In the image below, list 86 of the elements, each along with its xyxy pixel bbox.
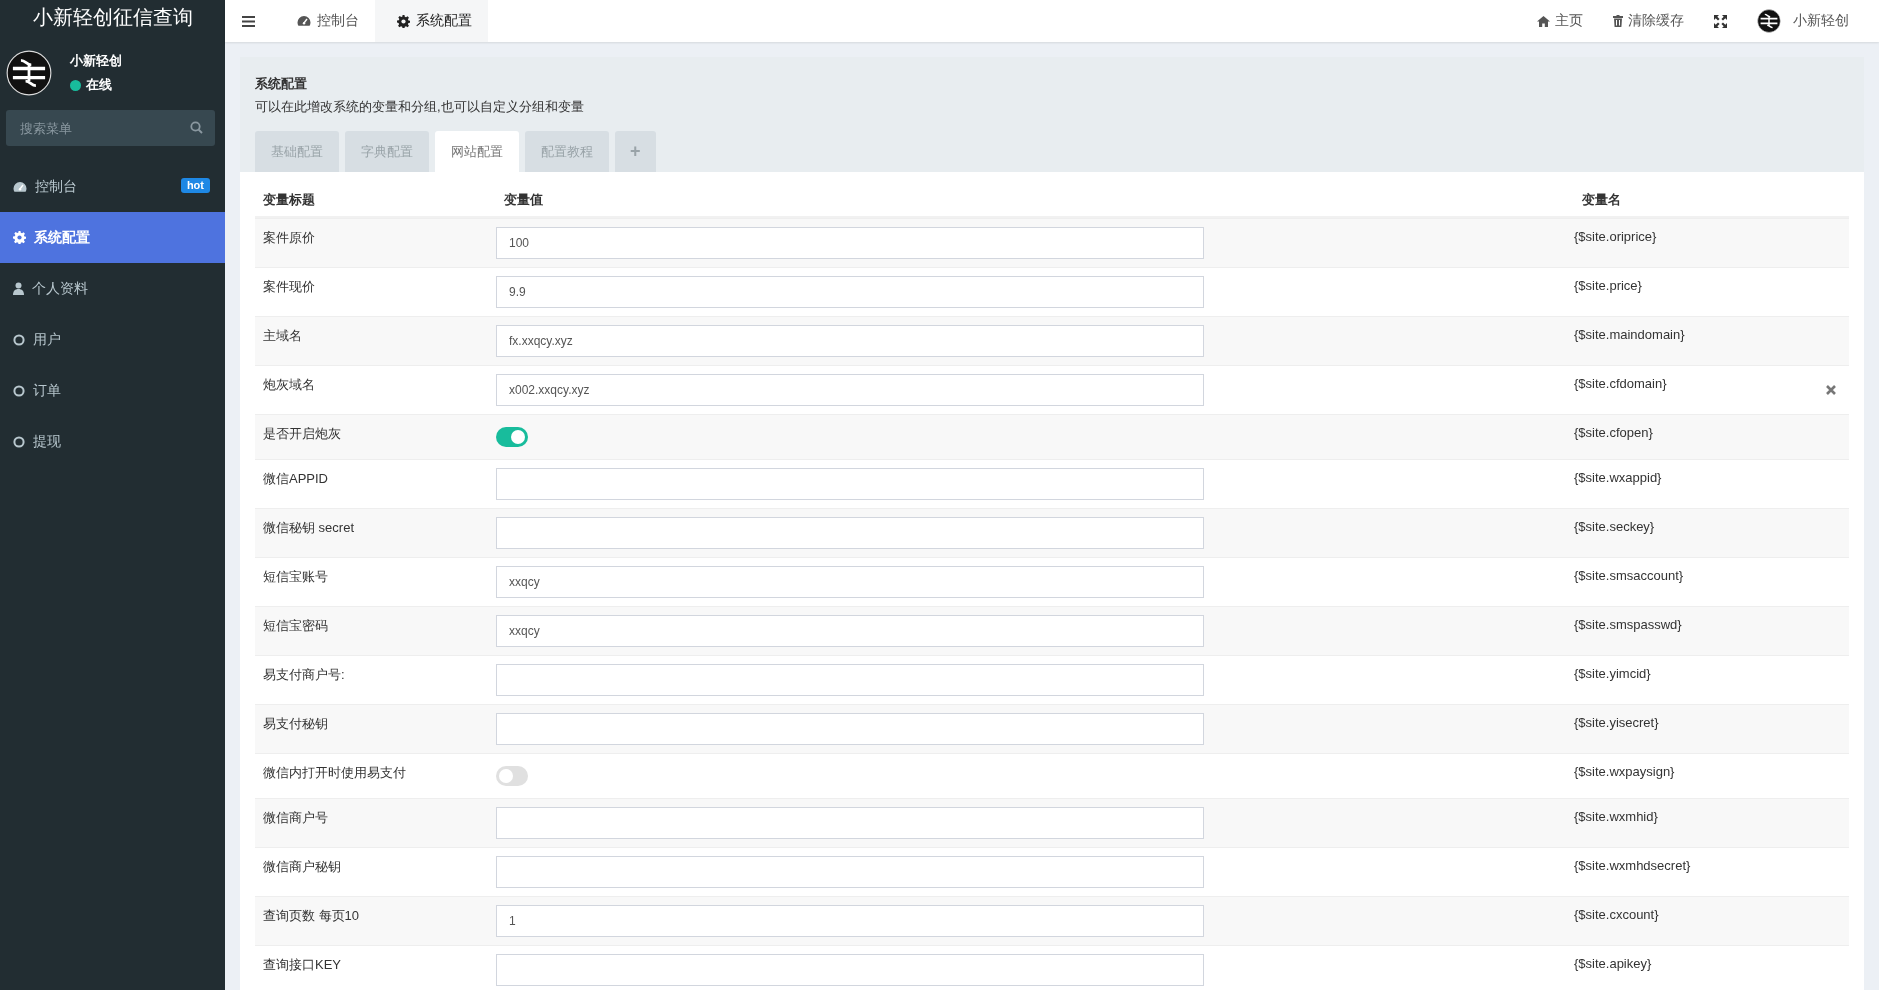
variable-name: {$site.yisecret} (1573, 714, 1660, 732)
value-field[interactable] (496, 807, 1204, 839)
gear-icon (13, 231, 26, 244)
user-name: 小新轻创 (70, 52, 122, 70)
variable-title: 微信商户秘钥 (262, 858, 342, 876)
avatar-icon (6, 50, 52, 96)
hot-badge: hot (180, 178, 210, 193)
variable-name: {$site.wxappid} (1573, 469, 1663, 487)
variable-title: 案件原价 (262, 229, 316, 247)
variable-name: {$site.wxmhdsecret} (1573, 857, 1692, 875)
gear-icon (397, 14, 410, 28)
variable-title: 是否开启炮灰 (262, 425, 342, 443)
user-menu[interactable]: 小新轻创 (1757, 9, 1849, 33)
sidebar-item[interactable]: 提现 (0, 416, 225, 467)
value-field[interactable]: 9.9 (496, 276, 1204, 308)
panel-title: 系统配置 (255, 75, 308, 93)
variable-name: {$site.yimcid} (1573, 665, 1652, 683)
variable-name: {$site.wxmhid} (1573, 808, 1659, 826)
variable-title: 查询接口KEY (262, 956, 342, 974)
sidebar-item[interactable]: 个人资料 (0, 263, 225, 314)
search-field[interactable]: 搜索菜单 (6, 110, 215, 146)
variable-name: {$site.oriprice} (1573, 228, 1658, 246)
config-tab[interactable]: 网站配置 (435, 131, 519, 172)
value-field[interactable]: 1 (496, 905, 1204, 937)
avatar-icon (1757, 9, 1781, 33)
nav-tab[interactable]: 系统配置 (375, 0, 488, 42)
circle-icon (13, 384, 25, 397)
variable-title: 微信内打开时使用易支付 (262, 764, 407, 782)
variable-title: 查询页数 每页10 (262, 907, 361, 925)
menu-icon[interactable] (242, 15, 255, 27)
variable-name: {$site.apikey} (1573, 955, 1653, 973)
variable-title: 微信APPID (262, 470, 329, 488)
value-field[interactable]: xxqcy (496, 566, 1204, 598)
toggle-switch[interactable] (496, 766, 528, 786)
column-header: 变量名 (1581, 191, 1622, 209)
toolbar-link[interactable]: 主页 (1537, 12, 1583, 30)
trash-icon (1613, 15, 1623, 27)
app-title: 小新轻创征信查询 (31, 5, 194, 30)
toolbar-link[interactable]: 清除缓存 (1613, 12, 1684, 30)
nav-tab[interactable]: 控制台 (275, 0, 375, 42)
value-field[interactable] (496, 954, 1204, 986)
variable-name: {$site.cfopen} (1573, 424, 1654, 442)
value-field[interactable]: 100 (496, 227, 1204, 259)
value-field[interactable]: fx.xxqcy.xyz (496, 325, 1204, 357)
variable-name: {$site.price} (1573, 277, 1643, 295)
value-field[interactable] (496, 468, 1204, 500)
sidebar-item[interactable]: 订单 (0, 365, 225, 416)
variable-title: 微信商户号 (262, 809, 329, 827)
variable-title: 主域名 (262, 327, 303, 345)
home-icon (1537, 15, 1550, 27)
sidebar-item[interactable]: 系统配置 (0, 212, 225, 263)
delete-icon[interactable] (1826, 385, 1836, 395)
sidebar-item[interactable]: 用户 (0, 314, 225, 365)
variable-title: 微信秘钥 secret (262, 519, 355, 537)
variable-title: 易支付商户号: (262, 666, 346, 684)
person-icon (13, 282, 24, 295)
sidebar-item[interactable]: 控制台 hot (0, 161, 225, 212)
variable-title: 炮灰域名 (262, 376, 316, 394)
panel-description: 可以在此增改系统的变量和分组,也可以自定义分组和变量 (255, 98, 585, 116)
variable-title: 短信宝密码 (262, 617, 329, 635)
variable-title: 短信宝账号 (262, 568, 329, 586)
search-icon (190, 121, 203, 134)
variable-name: {$site.cfdomain} (1573, 375, 1668, 393)
value-field[interactable]: xxqcy (496, 615, 1204, 647)
variable-name: {$site.smspasswd} (1573, 616, 1683, 634)
variable-name: {$site.maindomain} (1573, 326, 1686, 344)
column-header: 变量标题 (262, 191, 316, 209)
variable-title: 案件现价 (262, 278, 316, 296)
expand-icon[interactable] (1714, 14, 1727, 28)
gauge-icon (297, 15, 311, 27)
variable-name: {$site.cxcount} (1573, 906, 1660, 924)
user-status: 在线 (86, 76, 112, 94)
column-header: 变量值 (503, 191, 544, 209)
value-field[interactable] (496, 664, 1204, 696)
circle-icon (13, 333, 25, 346)
variable-name: {$site.seckey} (1573, 518, 1656, 536)
value-field[interactable]: x002.xxqcy.xyz (496, 374, 1204, 406)
value-field[interactable] (496, 713, 1204, 745)
circle-icon (13, 435, 25, 448)
gauge-icon (13, 180, 27, 193)
value-field[interactable] (496, 856, 1204, 888)
variable-title: 易支付秘钥 (262, 715, 329, 733)
variable-name: {$site.wxpaysign} (1573, 763, 1676, 781)
value-field[interactable] (496, 517, 1204, 549)
toggle-switch[interactable] (496, 427, 528, 447)
variable-name: {$site.smsaccount} (1573, 567, 1685, 585)
